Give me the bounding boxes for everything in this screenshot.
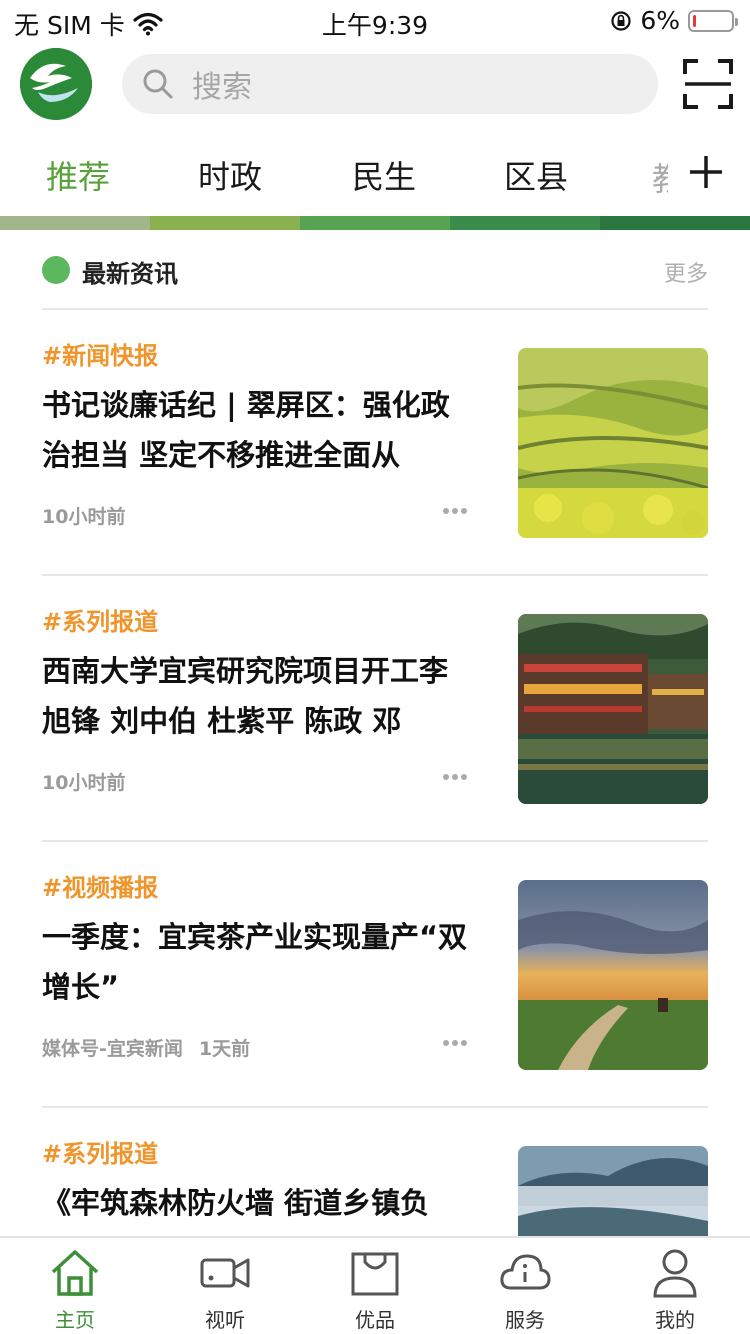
- tab-recommend[interactable]: 推荐: [46, 152, 110, 198]
- tab-overflow[interactable]: 教: [652, 154, 668, 194]
- news-thumbnail[interactable]: [518, 614, 708, 804]
- more-options-icon[interactable]: [442, 772, 468, 782]
- home-icon: [51, 1250, 99, 1296]
- news-thumbnail[interactable]: [518, 348, 708, 538]
- more-options-icon[interactable]: [442, 1038, 468, 1048]
- tab-districts[interactable]: 区县: [504, 152, 568, 198]
- latest-news-header: 最新资讯 更多: [42, 252, 708, 290]
- cloud-info-icon: [500, 1254, 551, 1290]
- nav-label: 我的: [655, 1308, 695, 1332]
- status-right: 6%: [610, 6, 738, 35]
- search-placeholder: 搜索: [192, 70, 252, 105]
- plus-icon[interactable]: [688, 154, 724, 190]
- nav-label: 服务: [505, 1308, 545, 1332]
- news-tag[interactable]: #系列报道: [42, 602, 158, 637]
- app-logo[interactable]: [20, 48, 92, 120]
- grassland-sunset-image: [518, 880, 708, 1070]
- strip-segment: [450, 216, 600, 230]
- news-item[interactable]: #视频播报 一季度：宜宾茶产业实现量产“双增长” 媒体号-宜宾新闻 1天前: [42, 842, 708, 1108]
- nav-home[interactable]: 主页: [0, 1238, 150, 1334]
- scan-icon[interactable]: [682, 58, 734, 110]
- rotation-lock-icon: [611, 10, 631, 31]
- battery-percent: 6%: [640, 6, 680, 35]
- tab-politics[interactable]: 时政: [198, 152, 262, 198]
- news-time: 10小时前: [42, 506, 126, 528]
- news-tag[interactable]: #新闻快报: [42, 336, 158, 371]
- strip-segment: [150, 216, 300, 230]
- shopping-bag-icon: [351, 1252, 399, 1296]
- news-title[interactable]: 一季度：宜宾茶产业实现量产“双增长”: [42, 912, 472, 1012]
- battery-fill: [693, 14, 696, 27]
- news-title[interactable]: 书记谈廉话纪 | 翠屏区：强化政治担当 坚定不移推进全面从: [42, 380, 472, 480]
- more-link[interactable]: 更多: [664, 256, 708, 288]
- nav-video[interactable]: 视听: [150, 1238, 300, 1334]
- news-meta: 10小时前: [42, 502, 125, 529]
- bottom-nav: 主页 视听 优品 服务 我的: [0, 1236, 750, 1334]
- app-header: 搜索: [0, 40, 750, 136]
- nav-shop[interactable]: 优品: [300, 1238, 450, 1334]
- news-time: 10小时前: [42, 772, 126, 794]
- video-camera-icon: [200, 1258, 250, 1288]
- strip-segment: [600, 216, 750, 230]
- tab-color-strip: [0, 216, 750, 230]
- rapeseed-field-image: [518, 348, 708, 538]
- user-icon: [653, 1249, 697, 1298]
- search-icon: [143, 69, 173, 99]
- nav-label: 优品: [355, 1308, 395, 1332]
- section-title: 最新资讯: [82, 260, 178, 288]
- strip-segment: [0, 216, 150, 230]
- riverside-town-image: [518, 614, 708, 804]
- status-bar: 无 SIM 卡 上午9:39 6%: [0, 0, 750, 40]
- search-bar[interactable]: 搜索: [122, 54, 658, 114]
- category-tabs: 推荐 时政 民生 区县 教: [0, 136, 750, 216]
- strip-segment: [300, 216, 450, 230]
- news-tag[interactable]: #视频播报: [42, 868, 158, 903]
- nav-label: 主页: [55, 1308, 95, 1332]
- more-options-icon[interactable]: [442, 506, 468, 516]
- news-item[interactable]: #新闻快报 书记谈廉话纪 | 翠屏区：强化政治担当 坚定不移推进全面从 10小时…: [42, 310, 708, 576]
- section-dot-icon: [42, 256, 70, 284]
- news-source: 媒体号-宜宾新闻: [42, 1038, 183, 1060]
- tab-livelihood[interactable]: 民生: [352, 152, 416, 198]
- news-tag[interactable]: #系列报道: [42, 1134, 158, 1169]
- news-meta: 媒体号-宜宾新闻 1天前: [42, 1034, 250, 1061]
- battery-icon: [688, 9, 738, 32]
- news-item[interactable]: #系列报道 西南大学宜宾研究院项目开工李旭锋 刘中伯 杜紫平 陈政 邓 10小时…: [42, 576, 708, 842]
- news-meta: 10小时前: [42, 768, 125, 795]
- nav-service[interactable]: 服务: [450, 1238, 600, 1334]
- nav-label: 视听: [205, 1308, 245, 1332]
- logo-icon: [20, 48, 92, 120]
- news-title[interactable]: 西南大学宜宾研究院项目开工李旭锋 刘中伯 杜紫平 陈政 邓: [42, 646, 472, 746]
- news-time: 1天前: [198, 1038, 251, 1060]
- nav-profile[interactable]: 我的: [600, 1238, 750, 1334]
- news-thumbnail[interactable]: [518, 880, 708, 1070]
